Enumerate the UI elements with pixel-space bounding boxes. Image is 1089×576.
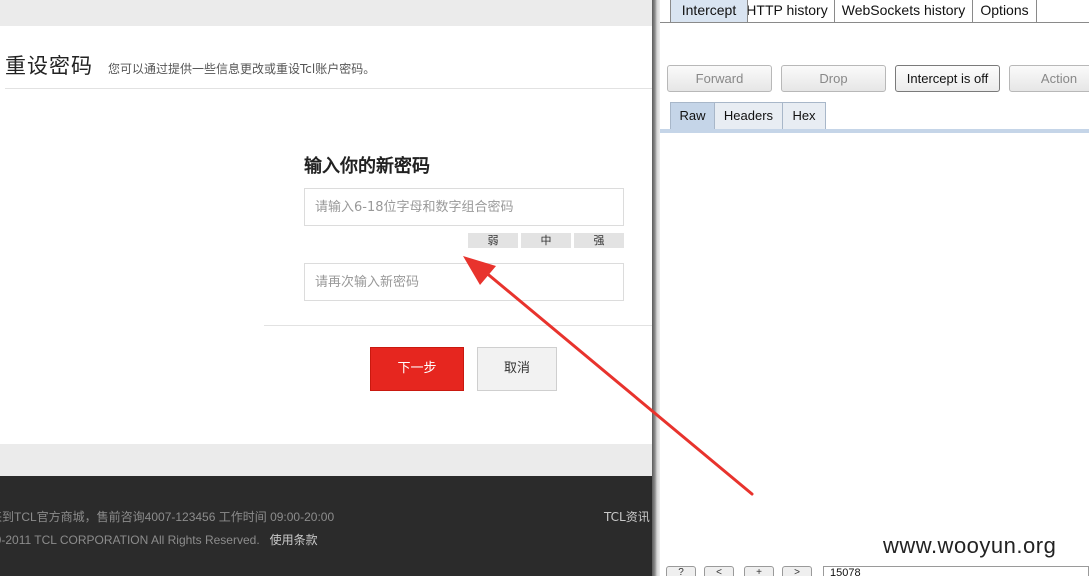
new-password-field — [304, 188, 624, 226]
forward-button[interactable]: Forward — [667, 65, 772, 92]
tab-options[interactable]: Options — [972, 0, 1037, 23]
footer-news-link[interactable]: TCL资讯 — [604, 508, 650, 525]
footer-contact-text: 来到TCL官方商城，售前咨询4007-123456 工作时间 09:00-20:… — [0, 510, 335, 524]
strength-strong: 强 — [574, 233, 624, 248]
help-button[interactable]: ? — [666, 566, 696, 576]
tab-intercept[interactable]: Intercept — [670, 0, 748, 23]
strength-weak: 弱 — [468, 233, 518, 248]
footer — [0, 476, 652, 576]
page-subtitle: 您可以通过提供一些信息更改或重设Tcl账户密码。 — [108, 62, 376, 76]
tab-http-history[interactable]: HTTP history — [739, 0, 835, 23]
confirm-password-input[interactable] — [305, 264, 623, 300]
footer-terms-link[interactable]: 使用条款 — [270, 533, 318, 547]
new-password-input[interactable] — [305, 189, 623, 225]
intercept-toggle-button[interactable]: Intercept is off — [895, 65, 1000, 92]
form-divider — [264, 325, 652, 326]
subtab-headers[interactable]: Headers — [714, 102, 783, 129]
tcl-web-page: 重设密码 您可以通过提供一些信息更改或重设Tcl账户密码。 输入你的新密码 弱 … — [0, 0, 652, 576]
action-button[interactable]: Action — [1009, 65, 1089, 92]
subtab-hex[interactable]: Hex — [782, 102, 826, 129]
proxy-tab-bar: HTTP history WebSockets history Options … — [660, 0, 1089, 23]
content-bottom-band — [0, 444, 652, 476]
page-title: 重设密码 — [5, 54, 93, 78]
add-match-button[interactable]: + — [744, 566, 774, 576]
tab-websockets-history[interactable]: WebSockets history — [834, 0, 973, 23]
footer-copyright-text: 10-2011 TCL CORPORATION All Rights Reser… — [0, 533, 260, 547]
title-divider — [5, 88, 652, 89]
next-match-button[interactable]: > — [782, 566, 812, 576]
drop-button[interactable]: Drop — [781, 65, 886, 92]
previous-match-button[interactable]: < — [704, 566, 734, 576]
burp-proxy-panel: HTTP history WebSockets history Options … — [660, 0, 1089, 576]
subtab-raw[interactable]: Raw — [670, 102, 715, 129]
confirm-password-field — [304, 263, 624, 301]
browser-top-bar — [0, 0, 652, 26]
footer-copyright: 10-2011 TCL CORPORATION All Rights Reser… — [0, 531, 318, 548]
request-body-editor[interactable] — [660, 133, 1089, 563]
wooyun-watermark: www.wooyun.org — [883, 533, 1057, 558]
search-input[interactable]: 15078 — [823, 566, 1089, 576]
window-divider[interactable] — [652, 0, 660, 576]
strength-medium: 中 — [521, 233, 571, 248]
next-step-button[interactable]: 下一步 — [370, 347, 464, 391]
form-heading: 输入你的新密码 — [304, 156, 430, 177]
cancel-button[interactable]: 取消 — [477, 347, 557, 391]
